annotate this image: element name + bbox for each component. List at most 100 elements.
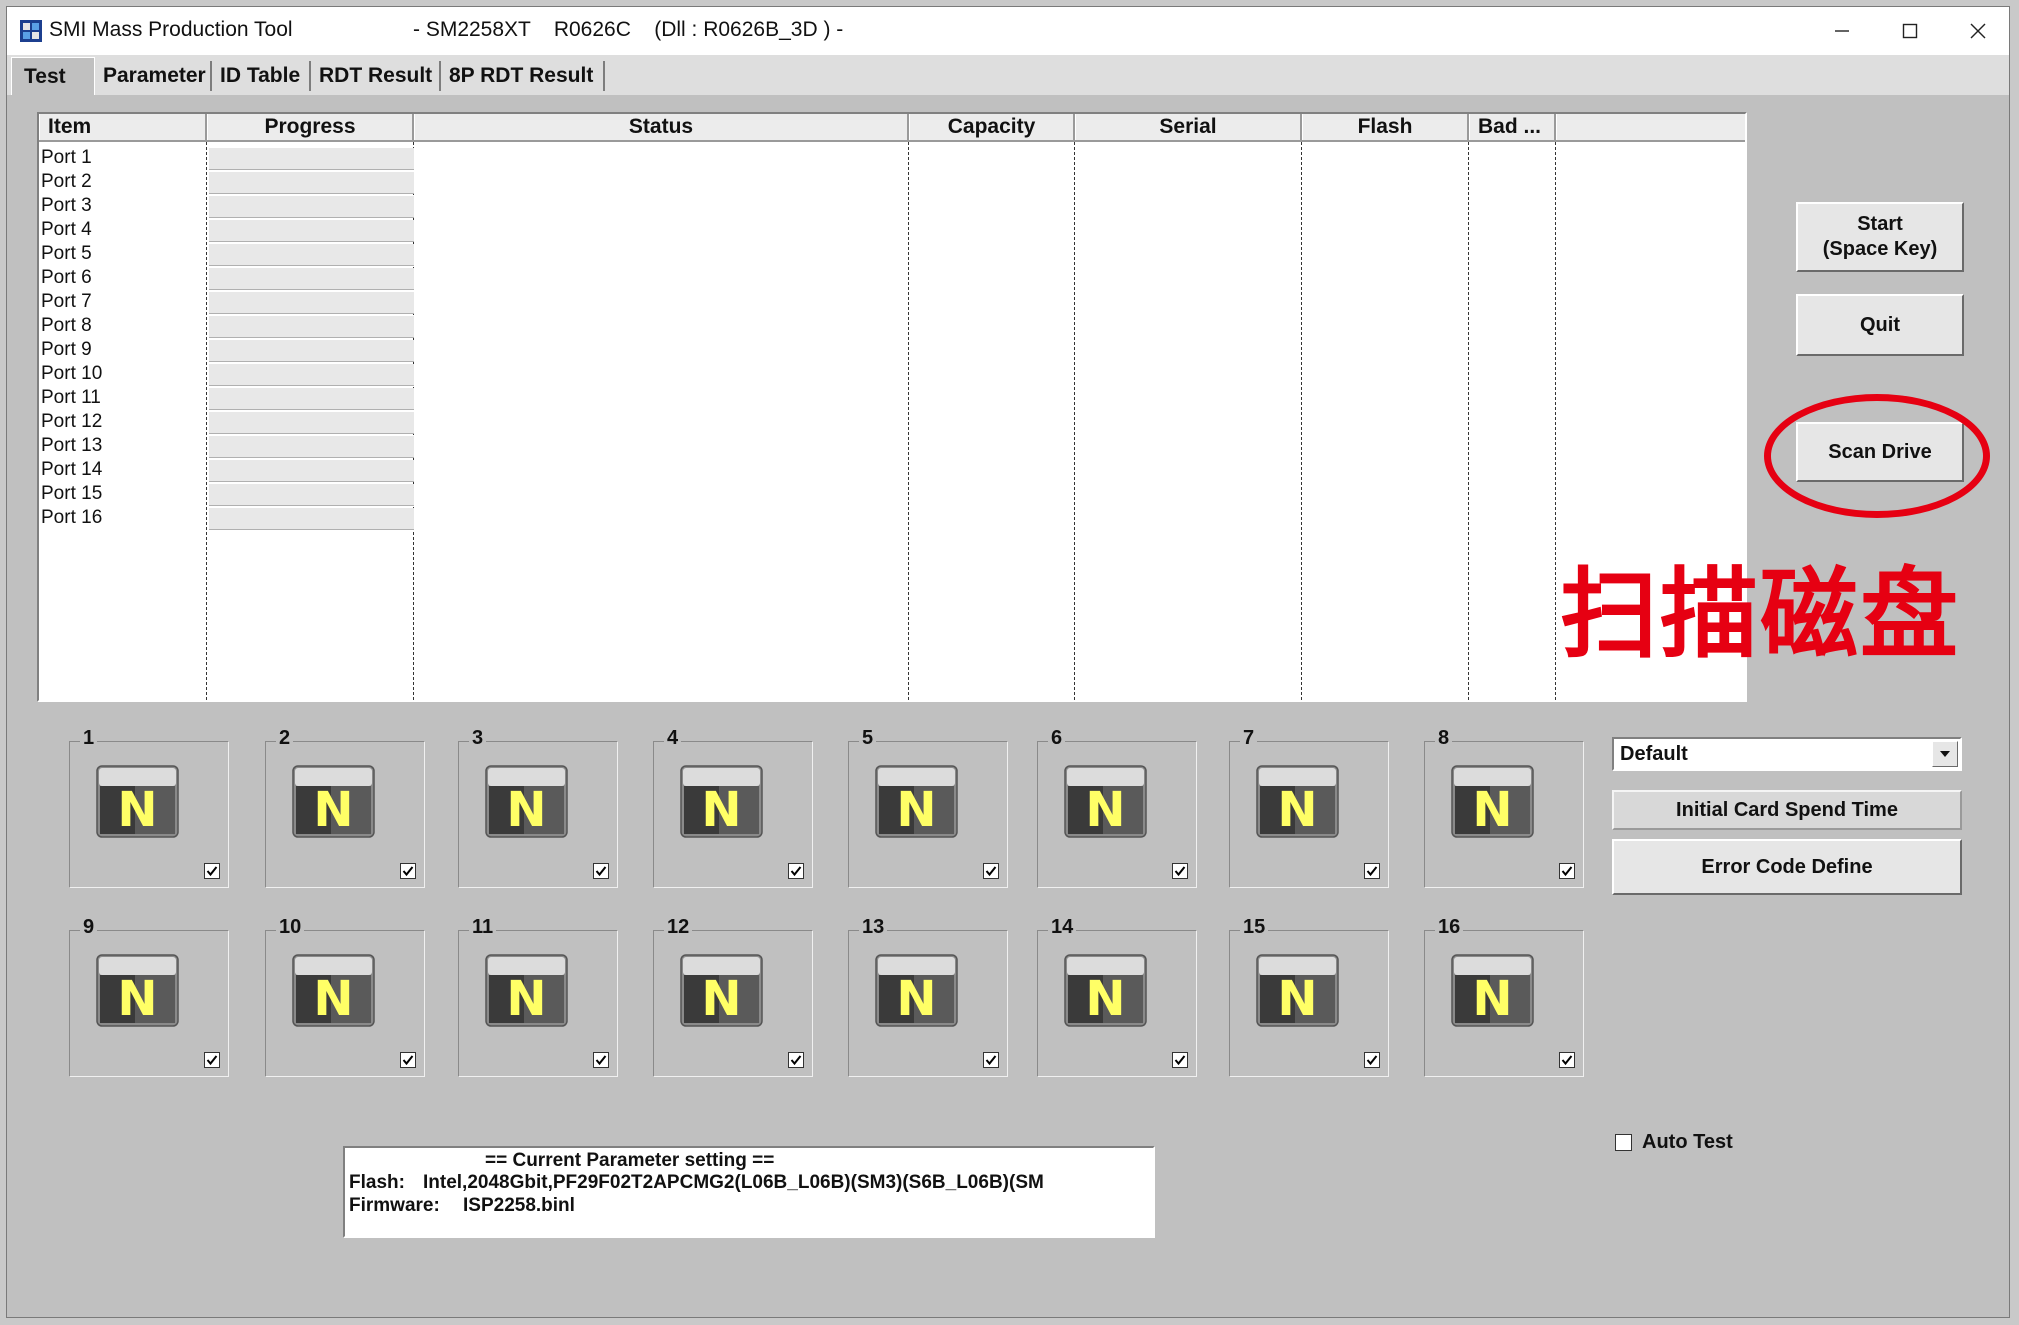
port-enable-checkbox[interactable] (1364, 1052, 1380, 1068)
column-header-progress[interactable]: Progress (207, 114, 414, 140)
highlight-ellipse (1764, 394, 1990, 518)
table-row-item[interactable]: Port 15 (41, 482, 102, 506)
svg-text:N: N (896, 782, 936, 838)
column-header-item[interactable]: Item (39, 114, 207, 140)
auto-test-checkbox[interactable] (1615, 1134, 1632, 1151)
port-status-table[interactable]: Item Progress Status Capacity Serial Fla… (37, 112, 1747, 702)
port-slot[interactable]: 1N (69, 727, 229, 888)
port-number: 13 (859, 916, 888, 939)
progress-bar (209, 172, 414, 194)
table-row-item[interactable]: Port 3 (41, 194, 92, 218)
port-number: 16 (1435, 916, 1464, 939)
tab-8p-rdt-result[interactable]: 8P RDT Result (445, 61, 605, 91)
progress-bar (209, 508, 414, 530)
start-button-label: Start (Space Key) (1822, 213, 1938, 260)
table-row-item[interactable]: Port 12 (41, 410, 102, 434)
svg-text:N: N (117, 971, 157, 1027)
column-divider (206, 142, 207, 700)
table-row-item[interactable]: Port 13 (41, 434, 102, 458)
port-enable-checkbox[interactable] (1172, 863, 1188, 879)
maximize-button[interactable] (1875, 7, 1945, 55)
port-number: 11 (469, 916, 497, 939)
port-slot[interactable]: 2N (265, 727, 425, 888)
table-row-item[interactable]: Port 2 (41, 170, 92, 194)
port-enable-checkbox[interactable] (204, 863, 220, 879)
port-enable-checkbox[interactable] (400, 1052, 416, 1068)
start-button[interactable]: Start (Space Key) (1796, 202, 1964, 272)
port-slot[interactable]: 12 N (653, 916, 813, 1077)
tab-id-table[interactable]: ID Table (216, 61, 311, 91)
table-row-item[interactable]: Port 9 (41, 338, 92, 362)
checkmark-icon (1366, 1055, 1378, 1066)
column-divider (1468, 142, 1469, 700)
port-slot[interactable]: 8N (1424, 727, 1584, 888)
port-enable-checkbox[interactable] (1559, 1052, 1575, 1068)
port-number: 5 (859, 727, 877, 750)
port-slot[interactable]: 4N (653, 727, 813, 888)
minimize-button[interactable] (1807, 7, 1877, 55)
auto-test-option[interactable]: Auto Test (1615, 1131, 1733, 1154)
title-bar: SMI Mass Production Tool - SM2258XT R062… (7, 7, 2009, 56)
port-enable-checkbox[interactable] (983, 863, 999, 879)
progress-bar (209, 412, 414, 434)
table-row-item[interactable]: Port 16 (41, 506, 102, 530)
port-enable-checkbox[interactable] (400, 863, 416, 879)
column-header-capacity[interactable]: Capacity (909, 114, 1075, 140)
quit-button[interactable]: Quit (1796, 294, 1964, 356)
progress-bar (209, 460, 414, 482)
port-slot[interactable]: 6N (1037, 727, 1197, 888)
tab-test[interactable]: Test (11, 57, 95, 95)
firmware-value: ISP2258.binl (463, 1195, 575, 1216)
error-code-define-button[interactable]: Error Code Define (1612, 839, 1962, 895)
port-enable-checkbox[interactable] (788, 863, 804, 879)
column-header-serial[interactable]: Serial (1075, 114, 1302, 140)
tab-parameter[interactable]: Parameter (99, 61, 212, 91)
dropdown-arrow-button[interactable] (1932, 741, 1958, 767)
port-enable-checkbox[interactable] (983, 1052, 999, 1068)
table-row-item[interactable]: Port 11 (41, 386, 101, 410)
column-header-bad[interactable]: Bad ... (1469, 114, 1556, 140)
svg-text:N: N (313, 782, 353, 838)
table-row-item[interactable]: Port 10 (41, 362, 102, 386)
port-slot[interactable]: 11 N (458, 916, 618, 1077)
close-button[interactable] (1943, 7, 2009, 55)
port-enable-checkbox[interactable] (1559, 863, 1575, 879)
port-slot[interactable]: 16 N (1424, 916, 1584, 1077)
drive-status-icon: N (291, 764, 376, 839)
drive-status-icon: N (1255, 764, 1340, 839)
port-slot[interactable]: 13 N (848, 916, 1008, 1077)
drive-status-icon: N (1063, 764, 1148, 839)
column-header-status[interactable]: Status (414, 114, 909, 140)
drive-status-icon: N (484, 953, 569, 1028)
table-row-item[interactable]: Port 14 (41, 458, 102, 482)
profile-select[interactable]: Default (1612, 737, 1962, 771)
port-slot[interactable]: 9N (69, 916, 229, 1077)
progress-bar (209, 268, 414, 290)
drive-status-icon: N (291, 953, 376, 1028)
port-enable-checkbox[interactable] (593, 1052, 609, 1068)
test-tab-content: Item Progress Status Capacity Serial Fla… (7, 95, 2009, 1317)
port-enable-checkbox[interactable] (1172, 1052, 1188, 1068)
progress-bar (209, 340, 414, 362)
table-row-item[interactable]: Port 5 (41, 242, 92, 266)
port-enable-checkbox[interactable] (593, 863, 609, 879)
checkmark-icon (1366, 866, 1378, 877)
tab-rdt-result[interactable]: RDT Result (315, 61, 441, 91)
port-slot[interactable]: 5N (848, 727, 1008, 888)
port-enable-checkbox[interactable] (204, 1052, 220, 1068)
port-slot[interactable]: 7N (1229, 727, 1389, 888)
table-row-item[interactable]: Port 4 (41, 218, 92, 242)
port-slot[interactable]: 14 N (1037, 916, 1197, 1077)
column-header-flash[interactable]: Flash (1302, 114, 1469, 140)
table-row-item[interactable]: Port 1 (41, 146, 92, 170)
progress-bar (209, 148, 414, 170)
table-row-item[interactable]: Port 8 (41, 314, 92, 338)
port-slot[interactable]: 10 N (265, 916, 425, 1077)
table-row-item[interactable]: Port 6 (41, 266, 92, 290)
table-row-item[interactable]: Port 7 (41, 290, 92, 314)
port-enable-checkbox[interactable] (1364, 863, 1380, 879)
port-slot[interactable]: 3N (458, 727, 618, 888)
initial-card-spend-time-button[interactable]: Initial Card Spend Time (1612, 790, 1962, 830)
port-enable-checkbox[interactable] (788, 1052, 804, 1068)
port-slot[interactable]: 15 N (1229, 916, 1389, 1077)
